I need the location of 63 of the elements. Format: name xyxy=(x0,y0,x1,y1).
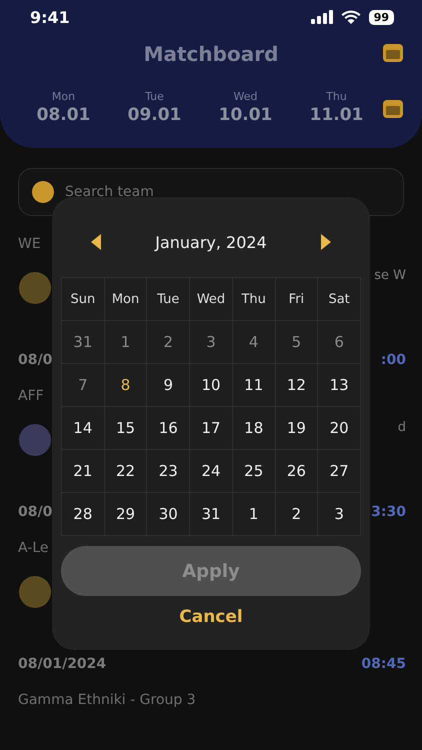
calendar-day[interactable]: 27 xyxy=(318,450,360,492)
match-date: 08/01/2024 xyxy=(18,656,106,672)
date-label[interactable]: 10.01 xyxy=(218,105,272,125)
match-time: :00 xyxy=(380,352,406,368)
calendar-day[interactable]: 17 xyxy=(190,407,232,449)
league-title: AFF xyxy=(18,388,44,406)
calendar-day[interactable]: 19 xyxy=(276,407,318,449)
weekday-header: Mon xyxy=(112,292,140,306)
calendar-day[interactable]: 31 xyxy=(190,493,232,535)
weekday-header: Fri xyxy=(288,292,304,306)
weekday-header: Thu xyxy=(241,292,266,306)
calendar-day[interactable]: 8 xyxy=(104,364,146,406)
wifi-icon xyxy=(340,10,361,24)
calendar-day[interactable]: 11 xyxy=(232,364,275,406)
month-title: January, 2024 xyxy=(155,232,267,252)
weekday-header: Tue xyxy=(157,292,180,306)
weekday-header: Wed xyxy=(196,292,226,306)
weekday-label: Mon xyxy=(52,90,76,103)
calendar-day[interactable]: 30 xyxy=(147,493,190,535)
calendar-day[interactable]: 3 xyxy=(318,493,360,535)
status-time: 9:41 xyxy=(30,8,70,26)
league-title: A-Le xyxy=(18,540,48,558)
match-time: 08:45 xyxy=(361,656,406,672)
calendar-day[interactable]: 16 xyxy=(147,407,190,449)
weekday-header: Sat xyxy=(328,292,350,306)
calendar-day[interactable]: 2 xyxy=(276,493,318,535)
calendar-day[interactable]: 26 xyxy=(276,450,318,492)
cancel-button[interactable]: Cancel xyxy=(173,606,249,628)
league-title: Gamma Ethniki - Group 3 xyxy=(18,692,196,710)
calendar-day[interactable]: 29 xyxy=(104,493,146,535)
signal-icon xyxy=(310,10,333,24)
team-name: se W xyxy=(374,268,406,283)
calendar-day[interactable]: 20 xyxy=(318,407,360,449)
team-name: d xyxy=(398,420,406,435)
calendar-day[interactable]: 22 xyxy=(104,450,146,492)
weekday-label: Tue xyxy=(145,90,164,103)
date-label[interactable]: 11.01 xyxy=(310,105,364,125)
calendar-day[interactable]: 28 xyxy=(62,493,104,535)
calendar-day[interactable]: 25 xyxy=(232,450,275,492)
calendar-day[interactable]: 1 xyxy=(232,493,275,535)
search-placeholder: Search team xyxy=(65,184,154,200)
next-month-icon[interactable] xyxy=(318,233,333,251)
calendar-day[interactable]: 24 xyxy=(190,450,232,492)
calendar-day[interactable]: 23 xyxy=(147,450,190,492)
weekday-label: Wed xyxy=(234,90,258,103)
previous-month-icon[interactable] xyxy=(89,233,103,251)
calendar-day[interactable]: 14 xyxy=(62,407,104,449)
calendar-day[interactable]: 18 xyxy=(232,407,275,449)
calendar-day[interactable]: 9 xyxy=(147,364,190,406)
date-label[interactable]: 08.01 xyxy=(36,105,90,125)
match-date: 08/0 xyxy=(18,352,52,368)
calendar-day[interactable]: 10 xyxy=(190,364,232,406)
weekday-label: Thu xyxy=(326,90,347,103)
league-title: WE xyxy=(18,236,41,254)
match-date: 08/0 xyxy=(18,504,52,520)
calendar-day[interactable]: 12 xyxy=(276,364,318,406)
app-title: Matchboard xyxy=(144,42,278,66)
calendar-day[interactable]: 13 xyxy=(318,364,360,406)
match-time: 3:30 xyxy=(371,504,406,520)
weekday-header: Sun xyxy=(70,292,96,306)
date-label[interactable]: 09.01 xyxy=(128,105,182,125)
calendar-day[interactable]: 21 xyxy=(62,450,104,492)
calendar-day[interactable]: 15 xyxy=(104,407,146,449)
